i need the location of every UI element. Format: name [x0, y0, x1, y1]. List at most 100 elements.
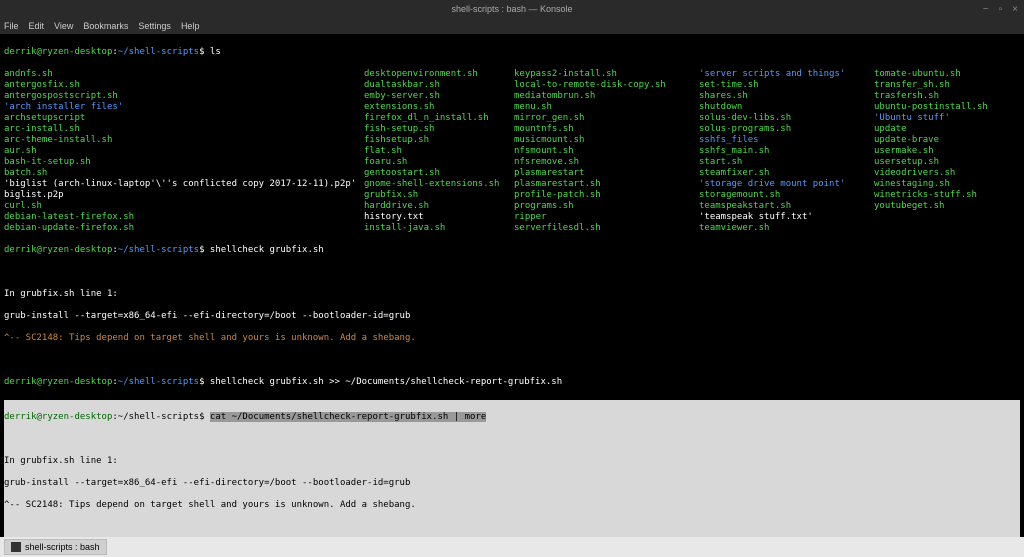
ls-file: nfsremove.sh	[514, 157, 699, 168]
ls-file: local-to-remote-disk-copy.sh	[514, 80, 699, 91]
ls-file: transfer_sh.sh	[874, 80, 1024, 91]
ls-file: 'biglist (arch-linux-laptop'\''s conflic…	[4, 179, 364, 190]
prompt-line-ls: derrik@ryzen-desktop:~/shell-scripts$ ls	[4, 47, 1020, 58]
ls-output: andnfs.shdesktopenvironment.shkeypass2-i…	[4, 69, 1020, 234]
ls-file: grubfix.sh	[364, 190, 514, 201]
ls-file: musicmount.sh	[514, 135, 699, 146]
terminal-viewport[interactable]: derrik@ryzen-desktop:~/shell-scripts$ ls…	[0, 34, 1024, 537]
ls-file: antergosfix.sh	[4, 80, 364, 91]
ls-file: desktopenvironment.sh	[364, 69, 514, 80]
ls-file: curl.sh	[4, 201, 364, 212]
ls-file: teamviewer.sh	[699, 223, 874, 234]
ls-file: sshfs_files	[699, 135, 874, 146]
ls-file: fish-setup.sh	[364, 124, 514, 135]
ls-file: batch.sh	[4, 168, 364, 179]
prompt-user: derrik@ryzen-desktop	[4, 47, 112, 57]
ls-file: fishsetup.sh	[364, 135, 514, 146]
ls-file: tomate-ubuntu.sh	[874, 69, 1024, 80]
ls-file: update-brave	[874, 135, 1024, 146]
ls-file: gentoostart.sh	[364, 168, 514, 179]
ls-file: programs.sh	[514, 201, 699, 212]
ls-file: plasmarestart.sh	[514, 179, 699, 190]
ls-file	[874, 212, 1024, 223]
prompt-line-shellcheck1: derrik@ryzen-desktop:~/shell-scripts$ sh…	[4, 245, 1020, 256]
ls-file: keypass2-install.sh	[514, 69, 699, 80]
ls-file: usersetup.sh	[874, 157, 1024, 168]
command-ls: ls	[210, 47, 221, 57]
ls-file: start.sh	[699, 157, 874, 168]
ls-file: ubuntu-postinstall.sh	[874, 102, 1024, 113]
minimize-button[interactable]: −	[981, 4, 991, 15]
ls-file: 'storage drive mount point'	[699, 179, 874, 190]
ls-file: foaru.sh	[364, 157, 514, 168]
ls-file: solus-dev-libs.sh	[699, 113, 874, 124]
ls-file: update	[874, 124, 1024, 135]
command-shellcheck: shellcheck grubfix.sh	[210, 245, 324, 255]
menu-file[interactable]: File	[4, 21, 19, 31]
ls-file: harddrive.sh	[364, 201, 514, 212]
taskbar-item-konsole[interactable]: shell-scripts : bash	[4, 539, 107, 555]
ls-file: mediatombrun.sh	[514, 91, 699, 102]
taskbar: shell-scripts : bash	[0, 537, 1024, 557]
ls-file: 'teamspeak stuff.txt'	[699, 212, 874, 223]
shellcheck-output-line2: grub-install --target=x86_64-efi --efi-d…	[4, 311, 1020, 322]
ls-file: sshfs_main.sh	[699, 146, 874, 157]
ls-file: storagemount.sh	[699, 190, 874, 201]
ls-file: 'server scripts and things'	[699, 69, 874, 80]
ls-file: 'Ubuntu stuff'	[874, 113, 1024, 124]
menu-help[interactable]: Help	[181, 21, 200, 31]
ls-file: winetricks-stuff.sh	[874, 190, 1024, 201]
ls-file: antergospostscript.sh	[4, 91, 364, 102]
ls-file: winestaging.sh	[874, 179, 1024, 190]
ls-file: gnome-shell-extensions.sh	[364, 179, 514, 190]
ls-file: shares.sh	[699, 91, 874, 102]
ls-file: aur.sh	[4, 146, 364, 157]
ls-file: debian-latest-firefox.sh	[4, 212, 364, 223]
ls-file: arc-theme-install.sh	[4, 135, 364, 146]
ls-file: usermake.sh	[874, 146, 1024, 157]
prompt-line-cat: derrik@ryzen-desktop:~/shell-scripts$ ca…	[4, 412, 1020, 423]
menu-view[interactable]: View	[54, 21, 73, 31]
ls-file: set-time.sh	[699, 80, 874, 91]
ls-file: mirror_gen.sh	[514, 113, 699, 124]
ls-file: 'arch installer files'	[4, 102, 364, 113]
ls-file: nfsmount.sh	[514, 146, 699, 157]
close-button[interactable]: ×	[1010, 4, 1020, 15]
cat-output-line3: ^-- SC2148: Tips depend on target shell …	[4, 500, 1020, 511]
menu-edit[interactable]: Edit	[29, 21, 45, 31]
window-controls: − ▫ ×	[981, 0, 1020, 18]
ls-file: youtubeget.sh	[874, 201, 1024, 212]
ls-file: install-java.sh	[364, 223, 514, 234]
menubar: File Edit View Bookmarks Settings Help	[0, 18, 1024, 34]
window-titlebar: shell-scripts : bash — Konsole − ▫ ×	[0, 0, 1024, 18]
window-title: shell-scripts : bash — Konsole	[451, 4, 572, 14]
shellcheck-output-line1: In grubfix.sh line 1:	[4, 289, 1020, 300]
ls-file: emby-server.sh	[364, 91, 514, 102]
prompt-line-shellcheck2: derrik@ryzen-desktop:~/shell-scripts$ sh…	[4, 377, 1020, 388]
ls-file: menu.sh	[514, 102, 699, 113]
ls-file: ripper	[514, 212, 699, 223]
ls-file: profile-patch.sh	[514, 190, 699, 201]
ls-file: videodrivers.sh	[874, 168, 1024, 179]
ls-file: arc-install.sh	[4, 124, 364, 135]
ls-file: archsetupscript	[4, 113, 364, 124]
menu-settings[interactable]: Settings	[138, 21, 171, 31]
ls-file: teamspeakstart.sh	[699, 201, 874, 212]
cat-output-line2: grub-install --target=x86_64-efi --efi-d…	[4, 478, 1020, 489]
ls-file: shutdown	[699, 102, 874, 113]
terminal-icon	[11, 542, 21, 552]
prompt-path: ~/shell-scripts	[118, 47, 199, 57]
taskbar-item-label: shell-scripts : bash	[25, 542, 100, 552]
ls-file: biglist.p2p	[4, 190, 364, 201]
menu-bookmarks[interactable]: Bookmarks	[83, 21, 128, 31]
ls-file: debian-update-firefox.sh	[4, 223, 364, 234]
maximize-button[interactable]: ▫	[997, 4, 1005, 15]
ls-file: andnfs.sh	[4, 69, 364, 80]
command-shellcheck-redirect: shellcheck grubfix.sh >> ~/Documents/she…	[210, 377, 562, 387]
ls-file: history.txt	[364, 212, 514, 223]
ls-file: solus-programs.sh	[699, 124, 874, 135]
ls-file: extensions.sh	[364, 102, 514, 113]
ls-file: serverfilesdl.sh	[514, 223, 699, 234]
ls-file: plasmarestart	[514, 168, 699, 179]
ls-file: mountnfs.sh	[514, 124, 699, 135]
